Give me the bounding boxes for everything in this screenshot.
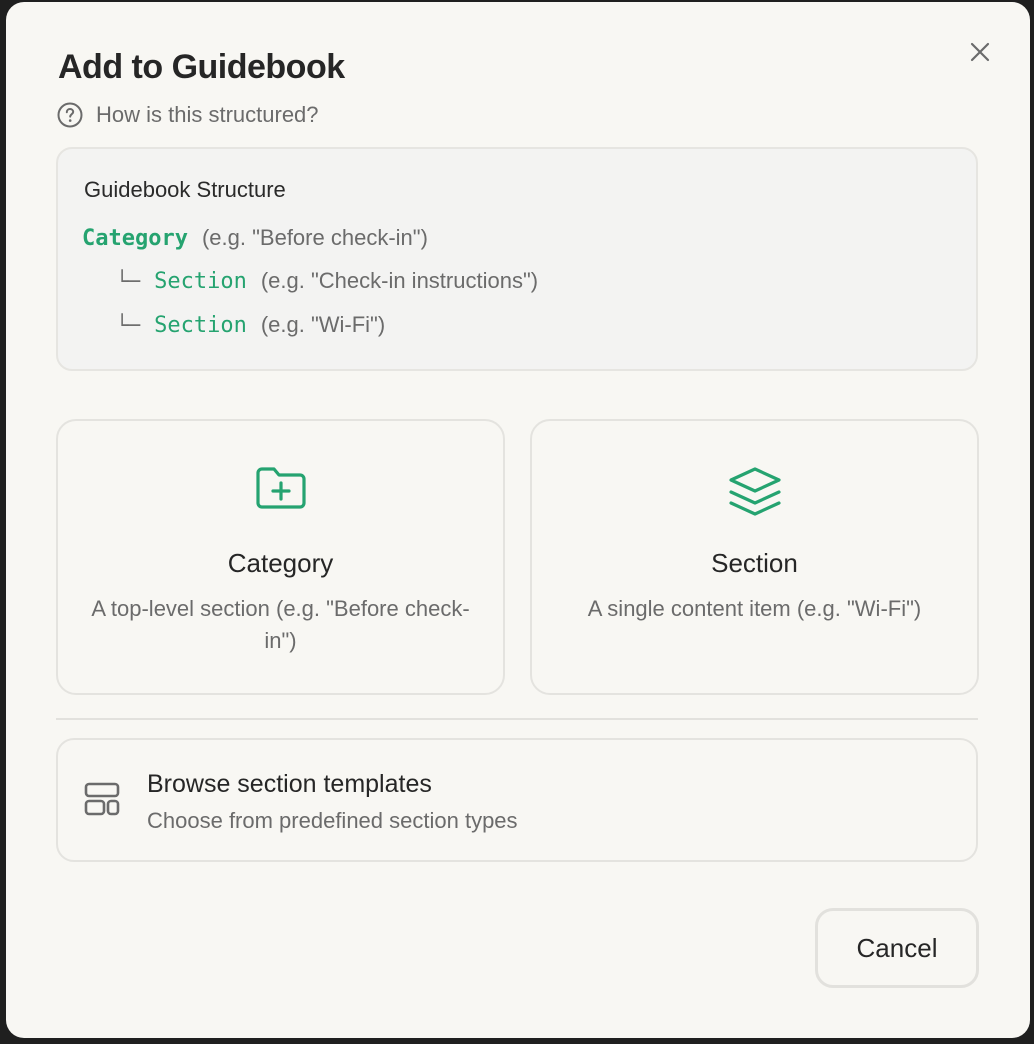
card-title: Category <box>227 548 334 578</box>
help-text: How is this structured? <box>96 102 319 127</box>
divider <box>56 718 978 720</box>
add-to-guidebook-dialog: Add to Guidebook How is this structured?… <box>6 2 1030 1038</box>
tree-example: (e.g. "Before check-in") <box>201 225 428 250</box>
templates-description: Choose from predefined section types <box>147 808 518 833</box>
dialog-title: Add to Guidebook <box>58 48 345 86</box>
structure-help-link[interactable]: How is this structured? <box>56 101 319 129</box>
tree-line-category: Category (e.g. "Before check-in") <box>82 225 428 251</box>
tree-line-section: └─ Section (e.g. "Wi-Fi") <box>116 312 385 338</box>
add-section-card[interactable]: Section A single content item (e.g. "Wi-… <box>530 419 979 695</box>
tree-keyword: Category <box>82 226 188 251</box>
card-title: Section <box>711 548 798 578</box>
card-description: A top-level section (e.g. "Before check-… <box>91 596 470 653</box>
tree-keyword: Section <box>154 269 247 294</box>
templates-title: Browse section templates <box>147 770 432 798</box>
browse-templates-card[interactable]: Browse section templates Choose from pre… <box>56 738 978 862</box>
tree-line-section: └─ Section (e.g. "Check-in instructions"… <box>116 268 538 294</box>
close-button[interactable] <box>964 36 996 68</box>
structure-title: Guidebook Structure <box>84 177 286 202</box>
help-circle-icon <box>56 101 84 129</box>
tree-connector: └─ <box>116 269 141 293</box>
cancel-button[interactable]: Cancel <box>815 908 979 988</box>
guidebook-structure-panel: Guidebook Structure Category (e.g. "Befo… <box>56 147 978 371</box>
tree-example: (e.g. "Check-in instructions") <box>260 268 539 293</box>
tree-example: (e.g. "Wi-Fi") <box>260 312 386 337</box>
tree-connector: └─ <box>116 313 141 337</box>
folder-plus-icon <box>58 465 503 511</box>
card-description: A single content item (e.g. "Wi-Fi") <box>587 596 922 621</box>
layers-icon <box>532 465 977 519</box>
add-category-card[interactable]: Category A top-level section (e.g. "Befo… <box>56 419 505 695</box>
tree-keyword: Section <box>154 313 247 338</box>
layout-template-icon <box>84 782 120 816</box>
close-icon <box>969 41 991 63</box>
